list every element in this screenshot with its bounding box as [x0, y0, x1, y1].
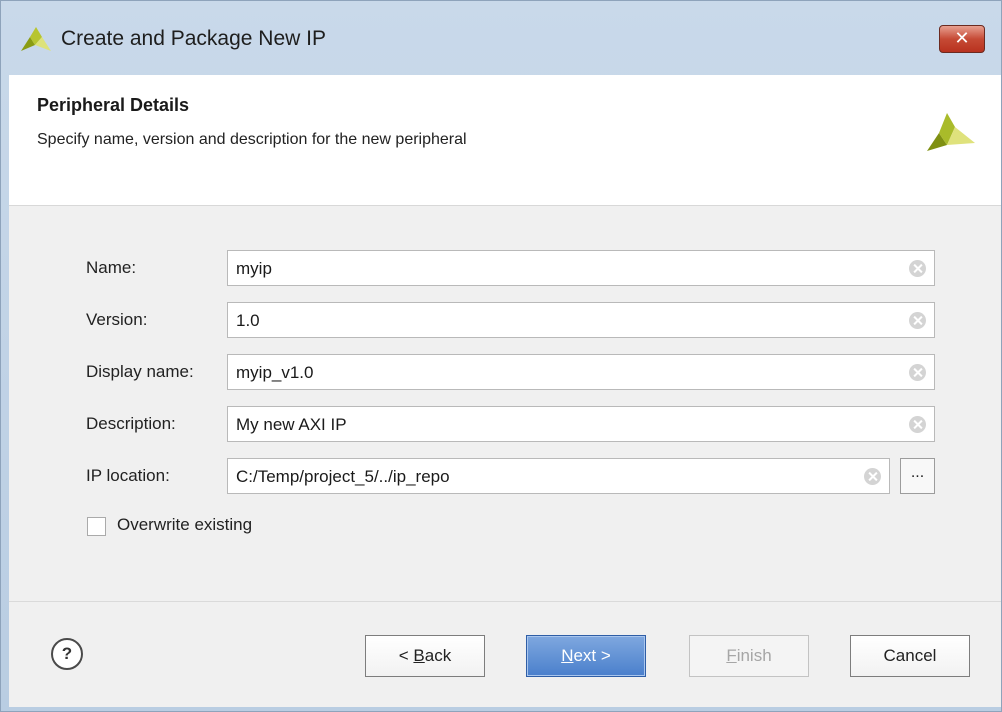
cancel-button[interactable]: Cancel: [850, 635, 970, 677]
title-bar[interactable]: Create and Package New IP ✕: [1, 1, 1001, 75]
name-value: myip: [236, 259, 272, 278]
next-button[interactable]: Next >: [526, 635, 646, 677]
name-row: Name: myip: [9, 248, 1001, 288]
window-title: Create and Package New IP: [61, 27, 326, 50]
dialog-body: Peripheral Details Specify name, version…: [9, 75, 1001, 707]
footer-divider: [9, 601, 1001, 602]
clear-icon[interactable]: [864, 468, 881, 485]
display-name-label: Display name:: [86, 362, 194, 381]
back-button[interactable]: < Back: [365, 635, 485, 677]
next-rest: ext >: [573, 646, 611, 665]
finish-mnemonic: F: [726, 646, 737, 665]
ip-location-value: C:/Temp/project_5/../ip_repo: [236, 467, 450, 486]
back-rest: ack: [424, 646, 452, 665]
finish-button: Finish: [689, 635, 809, 677]
xilinx-logo-icon: [927, 113, 975, 151]
xilinx-logo-icon: [21, 27, 51, 51]
name-input[interactable]: myip: [227, 250, 935, 286]
ip-location-input[interactable]: C:/Temp/project_5/../ip_repo: [227, 458, 890, 494]
description-label: Description:: [86, 414, 176, 433]
display-name-row: Display name: myip_v1.0: [9, 352, 1001, 392]
wizard-header: Peripheral Details Specify name, version…: [9, 75, 1001, 206]
version-row: Version: 1.0: [9, 300, 1001, 340]
close-icon: ✕: [954, 28, 970, 49]
page-subtitle: Specify name, version and description fo…: [37, 131, 467, 148]
version-input[interactable]: 1.0: [227, 302, 935, 338]
ip-location-label: IP location:: [86, 466, 170, 485]
display-name-value: myip_v1.0: [236, 363, 314, 382]
ip-location-row: IP location: C:/Temp/project_5/../ip_rep…: [9, 456, 1001, 496]
name-label: Name:: [86, 258, 137, 277]
description-input[interactable]: My new AXI IP: [227, 406, 935, 442]
finish-rest: inish: [736, 646, 772, 665]
back-prefix: <: [398, 646, 414, 665]
next-mnemonic: N: [561, 646, 574, 665]
overwrite-checkbox[interactable]: [87, 517, 106, 536]
clear-icon[interactable]: [909, 416, 926, 433]
display-name-input[interactable]: myip_v1.0: [227, 354, 935, 390]
clear-icon[interactable]: [909, 364, 926, 381]
back-mnemonic: B: [413, 646, 425, 665]
description-value: My new AXI IP: [236, 415, 347, 434]
browse-button[interactable]: ...: [900, 458, 935, 494]
help-icon[interactable]: ?: [51, 638, 83, 670]
page-title: Peripheral Details: [37, 95, 190, 115]
close-button[interactable]: ✕: [939, 25, 985, 53]
dialog-window: Create and Package New IP ✕ Peripheral D…: [0, 0, 1002, 712]
version-value: 1.0: [236, 311, 260, 330]
overwrite-label[interactable]: Overwrite existing: [117, 515, 252, 535]
description-row: Description: My new AXI IP: [9, 404, 1001, 444]
clear-icon[interactable]: [909, 260, 926, 277]
clear-icon[interactable]: [909, 312, 926, 329]
version-label: Version:: [86, 310, 148, 329]
